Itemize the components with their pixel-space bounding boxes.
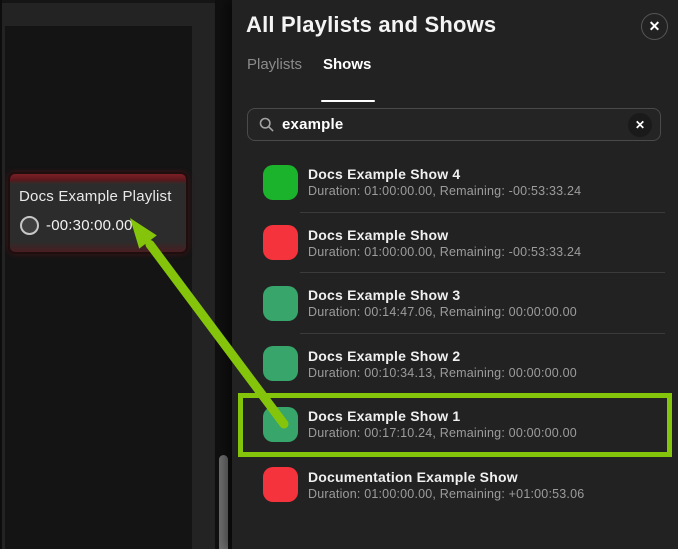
show-color-swatch (263, 406, 298, 442)
tab-playlists[interactable]: Playlists (247, 56, 302, 83)
show-color-swatch (263, 225, 298, 261)
show-name: Docs Example Show 3 (308, 287, 461, 304)
search-icon (259, 117, 274, 132)
show-color-swatch (263, 346, 298, 382)
show-row[interactable]: Docs Example Show 2 Duration: 00:10:34.1… (232, 334, 678, 395)
playlist-card[interactable]: Docs Example Playlist -00:30:00.00 (8, 172, 188, 254)
show-color-swatch (263, 285, 298, 321)
tab-shows[interactable]: Shows (321, 56, 376, 102)
show-row[interactable]: Docs Example Show Duration: 01:00:00.00,… (232, 213, 678, 274)
show-details: Duration: 00:14:47.06, Remaining: 00:00:… (308, 305, 577, 320)
playlist-card-title: Docs Example Playlist (19, 188, 172, 205)
show-name: Docs Example Show 4 (308, 166, 461, 183)
canvas-vertical-scrollbar[interactable] (219, 455, 228, 549)
show-row[interactable]: Docs Example Show 3 Duration: 00:14:47.0… (232, 273, 678, 334)
show-row[interactable]: Documentation Example Show Duration: 01:… (232, 455, 678, 516)
panel-title: All Playlists and Shows (246, 12, 497, 37)
clear-search-icon[interactable]: ✕ (628, 112, 652, 137)
show-details: Duration: 01:00:00.00, Remaining: +01:00… (308, 486, 585, 501)
close-icon[interactable]: ✕ (641, 13, 668, 40)
window-left-edge (0, 0, 2, 549)
tab-bar: Playlists Shows (247, 56, 376, 102)
search-input[interactable]: example ✕ (247, 108, 661, 141)
show-details: Duration: 00:17:10.24, Remaining: 00:00:… (308, 426, 577, 441)
show-name: Documentation Example Show (308, 468, 518, 485)
show-list: Docs Example Show 4 Duration: 01:00:00.0… (232, 152, 678, 515)
playlist-remaining-time: -00:30:00.00 (46, 217, 133, 234)
show-color-swatch (263, 467, 298, 503)
show-row-highlighted[interactable]: Docs Example Show 1 Duration: 00:17:10.2… (232, 394, 678, 455)
rundown-canvas[interactable] (5, 26, 192, 549)
show-details: Duration: 01:00:00.00, Remaining: -00:53… (308, 244, 582, 259)
show-row[interactable]: Docs Example Show 4 Duration: 01:00:00.0… (232, 152, 678, 213)
search-value: example (282, 116, 344, 133)
show-name: Docs Example Show 2 (308, 347, 461, 364)
all-playlists-and-shows-panel: All Playlists and Shows ✕ Playlists Show… (232, 0, 678, 549)
show-name: Docs Example Show 1 (308, 408, 461, 425)
playlist-status-icon (20, 216, 39, 235)
show-color-swatch (263, 164, 298, 200)
show-name: Docs Example Show (308, 226, 449, 243)
show-details: Duration: 01:00:00.00, Remaining: -00:53… (308, 184, 582, 199)
show-details: Duration: 00:10:34.13, Remaining: 00:00:… (308, 365, 577, 380)
playlist-card-time-row: -00:30:00.00 (20, 216, 133, 235)
